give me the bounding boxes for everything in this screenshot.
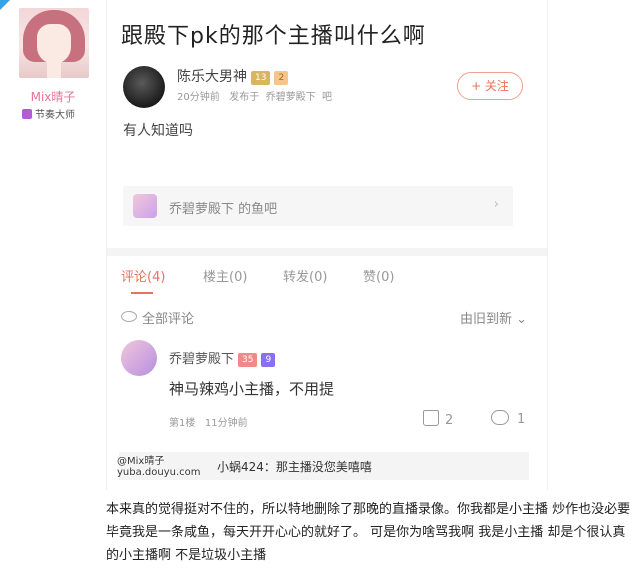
author-name[interactable]: 陈乐大男神 — [177, 69, 247, 85]
post-body: 有人知道吗 — [123, 123, 193, 139]
caption-text: 本来真的觉得挺对不住的，所以特地删除了那晚的直播录像。你我都是小主播 炒作也没必… — [106, 502, 631, 563]
poster-badge: 节奏大师 — [22, 106, 75, 121]
comment-tabs: 评论(4) 楼主(0) 转发(0) 赞(0) — [107, 262, 547, 296]
post-screenshot: 跟殿下pk的那个主播叫什么啊 陈乐大男神 13 2 20分钟前 发布于 乔碧萝殿下 … — [106, 0, 548, 490]
comment-time: 11分钟前 — [204, 418, 248, 429]
like-count: 2 — [445, 413, 454, 428]
bar-avatar-icon — [133, 194, 157, 218]
poster-name[interactable]: Mix晴子 — [0, 88, 106, 105]
commenter-avatar[interactable] — [121, 340, 157, 376]
posted-in-prefix: 发布于 — [229, 92, 260, 103]
tab-reposts[interactable]: 转发(0) — [283, 266, 327, 285]
tab-comments[interactable]: 评论(4) — [121, 266, 165, 285]
gem-icon — [22, 109, 32, 119]
post-time: 20分钟前 — [177, 92, 220, 103]
comment-floor: 第1楼 — [169, 418, 196, 429]
author-row: 陈乐大男神 13 2 — [177, 66, 289, 86]
poster-avatar[interactable] — [19, 8, 89, 78]
comment-bubble-icon — [491, 410, 509, 425]
comments-header: 全部评论 由旧到新 ⌄ — [107, 306, 547, 328]
watermark-line2: yuba.douyu.com — [117, 467, 201, 478]
watermark: @Mix晴子 yuba.douyu.com — [117, 456, 201, 478]
author-level-badge: 13 — [251, 71, 271, 85]
bar-link[interactable]: 乔碧萝殿下 的鱼吧 › — [123, 186, 513, 226]
watermark-line1: @Mix晴子 — [117, 456, 165, 467]
commenter-name[interactable]: 乔碧萝殿下 — [169, 352, 234, 367]
commenter-level-badge: 35 — [238, 353, 258, 367]
reply-button[interactable]: 1 — [491, 410, 525, 427]
commenter-fans-badge: 9 — [261, 353, 276, 367]
sub-reply-text: 小蜗424：那主播没您美嘻嘻 — [217, 460, 372, 474]
reply-count: 1 — [517, 412, 526, 427]
post-title: 跟殿下pk的那个主播叫什么啊 — [121, 24, 426, 49]
posted-in-bar[interactable]: 乔碧萝殿下 — [266, 92, 316, 103]
poster-badge-label: 节奏大师 — [35, 110, 75, 121]
section-divider — [107, 248, 547, 256]
sort-dropdown[interactable]: 由旧到新 ⌄ — [460, 308, 527, 327]
bar-link-label: 乔碧萝殿下 的鱼吧 — [169, 202, 278, 217]
comment-meta: 第1楼 11分钟前 — [169, 414, 248, 429]
all-comments-label: 全部评论 — [121, 308, 194, 327]
author-rank-badge: 2 — [274, 71, 289, 85]
chevron-right-icon: › — [493, 197, 499, 212]
commenter-row: 乔碧萝殿下 35 9 — [169, 348, 276, 367]
poster-panel: Mix晴子 节奏大师 — [0, 0, 106, 574]
corner-mark — [0, 0, 10, 10]
author-avatar[interactable] — [123, 66, 165, 108]
comment-text: 神马辣鸡小主播，不用提 — [169, 380, 335, 398]
follow-button[interactable]: + 关注 — [457, 72, 523, 100]
post-meta: 20分钟前 发布于 乔碧萝殿下 吧 — [177, 88, 332, 103]
tab-op[interactable]: 楼主(0) — [203, 266, 247, 285]
cloud-icon — [121, 311, 137, 322]
posted-in-suffix: 吧 — [322, 92, 332, 103]
thumbs-up-icon — [423, 410, 439, 426]
active-tab-indicator — [131, 292, 153, 294]
like-button[interactable]: 2 — [423, 410, 453, 428]
tab-likes[interactable]: 赞(0) — [363, 266, 394, 285]
